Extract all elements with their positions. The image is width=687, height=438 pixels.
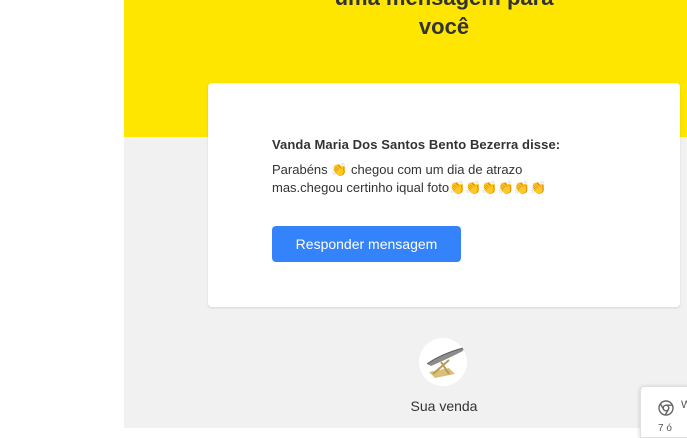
message-card: Vanda Maria Dos Santos Bento Bezerra dis…	[208, 83, 680, 307]
email-body: uma mensagem para você Vanda Maria Dos S…	[124, 0, 687, 428]
left-margin	[0, 0, 124, 428]
chrome-notification[interactable]: W 7 ó	[640, 386, 687, 438]
chrome-icon	[658, 400, 674, 416]
message-line-2: mas.chegou certinho iqual foto👏👏👏👏👏👏	[272, 180, 547, 195]
product-thumbnail[interactable]	[419, 338, 467, 386]
chrome-notification-text: W	[681, 399, 687, 411]
sale-label: Sua venda	[410, 398, 478, 414]
message-line-1: Parabéns 👏 chegou com um dia de atrazo	[272, 162, 523, 177]
chrome-notification-subtext: 7 ó	[658, 423, 672, 434]
message-sender: Vanda Maria Dos Santos Bento Bezerra dis…	[272, 137, 561, 152]
message-text: Parabéns 👏 chegou com um dia de atrazo m…	[272, 161, 612, 197]
reply-message-button[interactable]: Responder mensagem	[272, 226, 461, 262]
hero-title-line2: você	[418, 14, 470, 39]
ironing-board-product-icon	[419, 338, 467, 386]
hero-title-line1: uma mensagem para	[124, 0, 687, 11]
